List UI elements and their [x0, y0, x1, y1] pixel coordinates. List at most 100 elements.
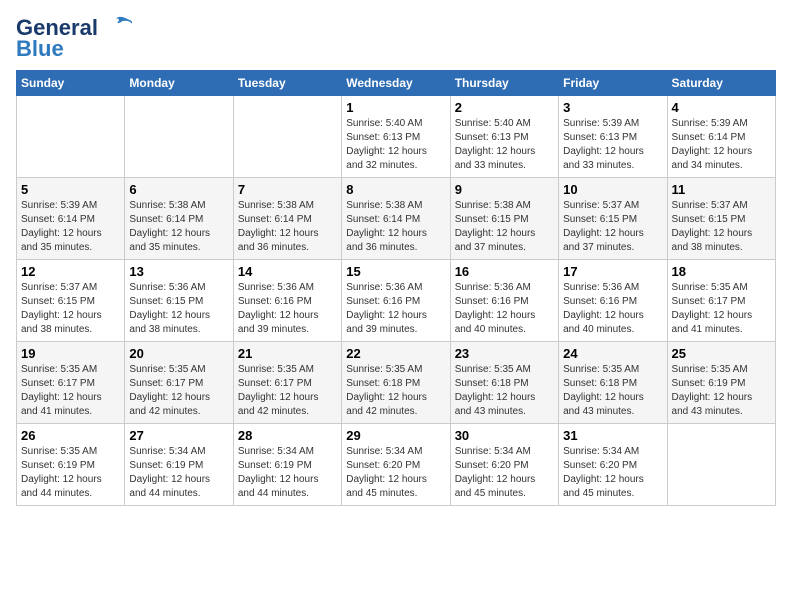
day-number: 20 [129, 346, 228, 361]
day-number: 17 [563, 264, 662, 279]
day-info: Sunrise: 5:34 AM Sunset: 6:19 PM Dayligh… [238, 445, 337, 501]
page-header: General Blue [16, 16, 776, 62]
day-number: 6 [129, 182, 228, 197]
day-number: 13 [129, 264, 228, 279]
weekday-header-friday: Friday [559, 71, 667, 96]
calendar-cell-2-3: 7 Sunrise: 5:38 AM Sunset: 6:14 PM Daylig… [233, 178, 341, 260]
calendar-cell-3-3: 14Sunrise: 5:36 AM Sunset: 6:16 PM Dayli… [233, 260, 341, 342]
day-info: Sunrise: 5:36 AM Sunset: 6:16 PM Dayligh… [455, 281, 554, 337]
day-info: Sunrise: 5:36 AM Sunset: 6:16 PM Dayligh… [346, 281, 445, 337]
calendar-cell-5-7 [667, 424, 775, 506]
calendar-cell-4-7: 25 Sunrise: 5:35 AM Sunset: 6:19 PM Dayli… [667, 342, 775, 424]
day-info: Sunrise: 5:34 AM Sunset: 6:20 PM Dayligh… [455, 445, 554, 501]
day-number: 10 [563, 182, 662, 197]
day-number: 12 [21, 264, 120, 279]
calendar-cell-2-1: 5 Sunrise: 5:39 AM Sunset: 6:14 PM Daylig… [17, 178, 125, 260]
calendar-cell-2-5: 9 Sunrise: 5:38 AM Sunset: 6:15 PM Daylig… [450, 178, 558, 260]
calendar-cell-4-1: 19 Sunrise: 5:35 AM Sunset: 6:17 PM Dayli… [17, 342, 125, 424]
calendar-cell-5-3: 28Sunrise: 5:34 AM Sunset: 6:19 PM Dayli… [233, 424, 341, 506]
calendar-cell-2-4: 8 Sunrise: 5:38 AM Sunset: 6:14 PM Daylig… [342, 178, 450, 260]
day-info: Sunrise: 5:35 AM Sunset: 6:17 PM Dayligh… [672, 281, 771, 337]
calendar-cell-4-4: 22 Sunrise: 5:35 AM Sunset: 6:18 PM Dayli… [342, 342, 450, 424]
day-info: Sunrise: 5:37 AM Sunset: 6:15 PM Dayligh… [21, 281, 120, 337]
day-info: Sunrise: 5:35 AM Sunset: 6:17 PM Dayligh… [21, 363, 120, 419]
day-info: Sunrise: 5:34 AM Sunset: 6:20 PM Dayligh… [563, 445, 662, 501]
day-number: 30 [455, 428, 554, 443]
day-number: 23 [455, 346, 554, 361]
calendar-cell-5-2: 27Sunrise: 5:34 AM Sunset: 6:19 PM Dayli… [125, 424, 233, 506]
day-info: Sunrise: 5:37 AM Sunset: 6:15 PM Dayligh… [672, 199, 771, 255]
calendar-cell-2-7: 11Sunrise: 5:37 AM Sunset: 6:15 PM Dayli… [667, 178, 775, 260]
calendar-cell-5-5: 30 Sunrise: 5:34 AM Sunset: 6:20 PM Dayli… [450, 424, 558, 506]
weekday-header-thursday: Thursday [450, 71, 558, 96]
calendar-cell-4-3: 21 Sunrise: 5:35 AM Sunset: 6:17 PM Dayli… [233, 342, 341, 424]
day-info: Sunrise: 5:39 AM Sunset: 6:14 PM Dayligh… [21, 199, 120, 255]
calendar-week-4: 19 Sunrise: 5:35 AM Sunset: 6:17 PM Dayli… [17, 342, 776, 424]
day-info: Sunrise: 5:37 AM Sunset: 6:15 PM Dayligh… [563, 199, 662, 255]
day-number: 2 [455, 100, 554, 115]
day-info: Sunrise: 5:35 AM Sunset: 6:19 PM Dayligh… [672, 363, 771, 419]
calendar-cell-1-6: 3Sunrise: 5:39 AM Sunset: 6:13 PM Daylig… [559, 96, 667, 178]
weekday-header-sunday: Sunday [17, 71, 125, 96]
day-number: 5 [21, 182, 120, 197]
day-info: Sunrise: 5:34 AM Sunset: 6:19 PM Dayligh… [129, 445, 228, 501]
day-number: 26 [21, 428, 120, 443]
day-number: 8 [346, 182, 445, 197]
calendar-cell-4-6: 24Sunrise: 5:35 AM Sunset: 6:18 PM Dayli… [559, 342, 667, 424]
day-number: 15 [346, 264, 445, 279]
day-number: 22 [346, 346, 445, 361]
day-number: 24 [563, 346, 662, 361]
calendar-cell-2-6: 10 Sunrise: 5:37 AM Sunset: 6:15 PM Dayli… [559, 178, 667, 260]
day-info: Sunrise: 5:35 AM Sunset: 6:17 PM Dayligh… [129, 363, 228, 419]
calendar-cell-5-4: 29 Sunrise: 5:34 AM Sunset: 6:20 PM Dayli… [342, 424, 450, 506]
logo: General Blue [16, 16, 132, 62]
calendar-cell-5-6: 31 Sunrise: 5:34 AM Sunset: 6:20 PM Dayli… [559, 424, 667, 506]
day-number: 7 [238, 182, 337, 197]
day-number: 29 [346, 428, 445, 443]
weekday-header-tuesday: Tuesday [233, 71, 341, 96]
day-info: Sunrise: 5:39 AM Sunset: 6:13 PM Dayligh… [563, 117, 662, 173]
day-info: Sunrise: 5:35 AM Sunset: 6:18 PM Dayligh… [455, 363, 554, 419]
day-info: Sunrise: 5:38 AM Sunset: 6:14 PM Dayligh… [129, 199, 228, 255]
day-info: Sunrise: 5:35 AM Sunset: 6:18 PM Dayligh… [346, 363, 445, 419]
calendar-table: SundayMondayTuesdayWednesdayThursdayFrid… [16, 70, 776, 506]
day-number: 19 [21, 346, 120, 361]
day-number: 9 [455, 182, 554, 197]
day-number: 18 [672, 264, 771, 279]
calendar-cell-3-4: 15 Sunrise: 5:36 AM Sunset: 6:16 PM Dayli… [342, 260, 450, 342]
calendar-cell-4-2: 20 Sunrise: 5:35 AM Sunset: 6:17 PM Dayli… [125, 342, 233, 424]
calendar-cell-1-7: 4 Sunrise: 5:39 AM Sunset: 6:14 PM Daylig… [667, 96, 775, 178]
calendar-week-3: 12 Sunrise: 5:37 AM Sunset: 6:15 PM Dayli… [17, 260, 776, 342]
day-info: Sunrise: 5:38 AM Sunset: 6:15 PM Dayligh… [455, 199, 554, 255]
calendar-cell-1-4: 1Sunrise: 5:40 AM Sunset: 6:13 PM Daylig… [342, 96, 450, 178]
calendar-cell-2-2: 6 Sunrise: 5:38 AM Sunset: 6:14 PM Daylig… [125, 178, 233, 260]
day-info: Sunrise: 5:38 AM Sunset: 6:14 PM Dayligh… [238, 199, 337, 255]
day-info: Sunrise: 5:38 AM Sunset: 6:14 PM Dayligh… [346, 199, 445, 255]
logo-bird-icon [100, 15, 132, 37]
calendar-week-2: 5 Sunrise: 5:39 AM Sunset: 6:14 PM Daylig… [17, 178, 776, 260]
calendar-cell-3-7: 18 Sunrise: 5:35 AM Sunset: 6:17 PM Dayli… [667, 260, 775, 342]
day-info: Sunrise: 5:35 AM Sunset: 6:19 PM Dayligh… [21, 445, 120, 501]
day-info: Sunrise: 5:34 AM Sunset: 6:20 PM Dayligh… [346, 445, 445, 501]
calendar-cell-3-5: 16 Sunrise: 5:36 AM Sunset: 6:16 PM Dayli… [450, 260, 558, 342]
calendar-cell-3-6: 17Sunrise: 5:36 AM Sunset: 6:16 PM Dayli… [559, 260, 667, 342]
calendar-cell-4-5: 23 Sunrise: 5:35 AM Sunset: 6:18 PM Dayli… [450, 342, 558, 424]
logo-blue: Blue [16, 36, 64, 62]
day-number: 1 [346, 100, 445, 115]
day-info: Sunrise: 5:40 AM Sunset: 6:13 PM Dayligh… [455, 117, 554, 173]
day-number: 16 [455, 264, 554, 279]
weekday-header-monday: Monday [125, 71, 233, 96]
day-info: Sunrise: 5:35 AM Sunset: 6:17 PM Dayligh… [238, 363, 337, 419]
day-number: 21 [238, 346, 337, 361]
day-info: Sunrise: 5:39 AM Sunset: 6:14 PM Dayligh… [672, 117, 771, 173]
weekday-header-wednesday: Wednesday [342, 71, 450, 96]
calendar-week-5: 26 Sunrise: 5:35 AM Sunset: 6:19 PM Dayli… [17, 424, 776, 506]
calendar-cell-1-2 [125, 96, 233, 178]
calendar-cell-1-5: 2 Sunrise: 5:40 AM Sunset: 6:13 PM Daylig… [450, 96, 558, 178]
day-number: 25 [672, 346, 771, 361]
day-number: 31 [563, 428, 662, 443]
day-number: 14 [238, 264, 337, 279]
day-number: 4 [672, 100, 771, 115]
calendar-cell-3-2: 13Sunrise: 5:36 AM Sunset: 6:15 PM Dayli… [125, 260, 233, 342]
calendar-cell-1-1 [17, 96, 125, 178]
